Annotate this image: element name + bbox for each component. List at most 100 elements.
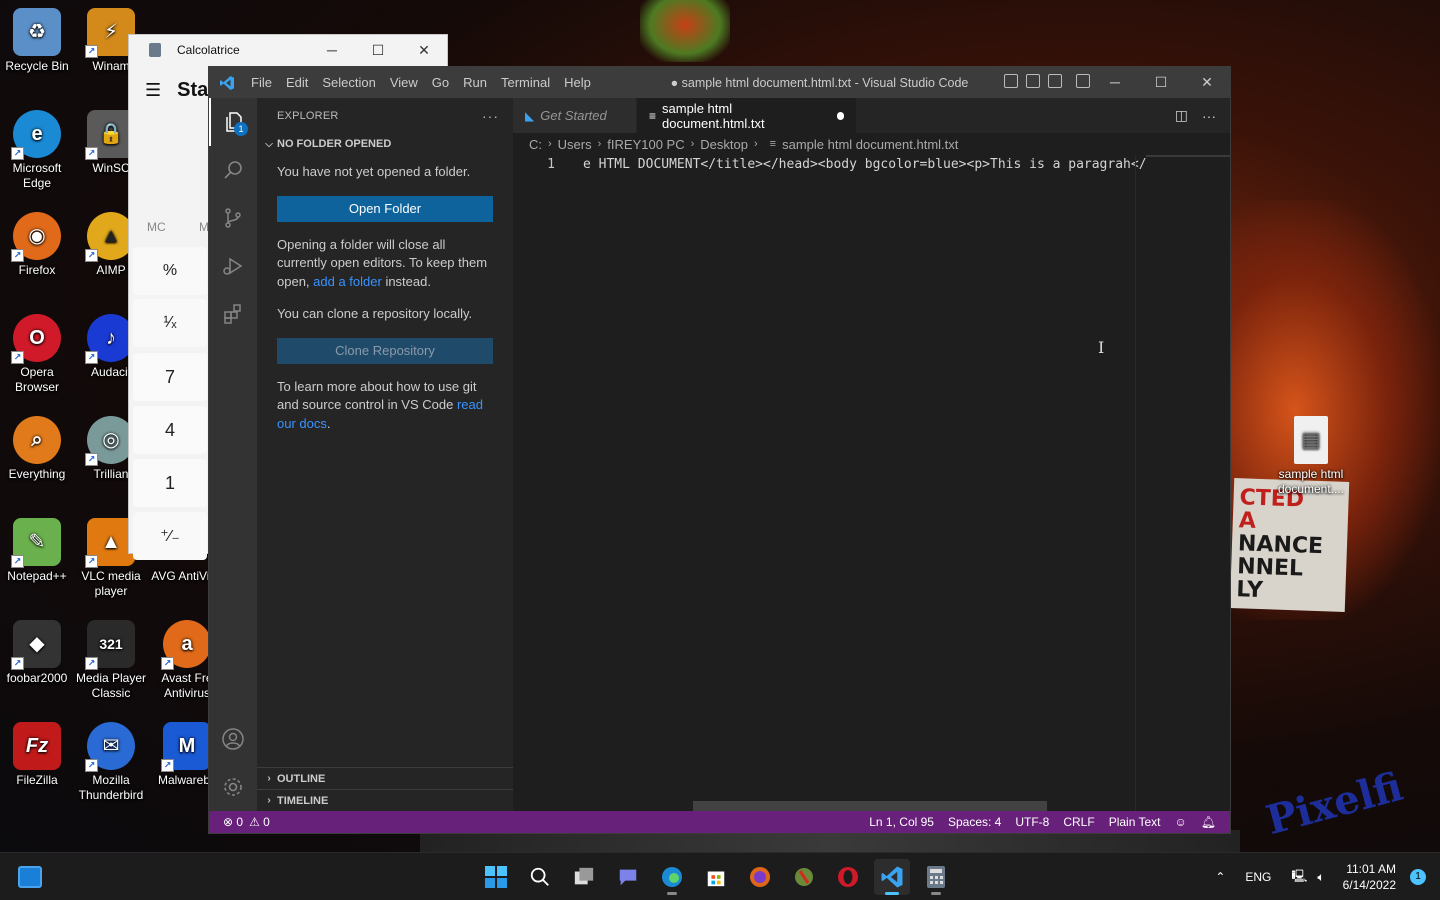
minimize-button[interactable]: ─ [309, 42, 355, 59]
vscode-logo-icon [209, 75, 244, 91]
digit-7-button[interactable]: 7 [133, 353, 207, 401]
breadcrumb-file[interactable]: sample html document.html.txt [782, 137, 958, 152]
edge-icon[interactable] [654, 859, 690, 895]
close-button[interactable]: ✕ [401, 42, 447, 59]
memory-clear-button[interactable]: MC [147, 220, 166, 234]
language-mode[interactable]: Plain Text [1109, 815, 1161, 829]
minimap[interactable] [1146, 155, 1230, 157]
desktop-icon-sample-html[interactable]: ▤ sample html document.... [1274, 416, 1348, 497]
notification-badge[interactable]: 1 [1410, 869, 1426, 885]
horizontal-scrollbar[interactable] [693, 801, 1047, 811]
digit-4-button[interactable]: 4 [133, 406, 207, 454]
more-actions-icon[interactable]: ··· [482, 108, 499, 124]
open-folder-button[interactable]: Open Folder [277, 195, 493, 222]
tab-sample-html[interactable]: ≡ sample html document.html.txt [637, 98, 857, 133]
feedback-icon[interactable]: ☺ [1175, 815, 1187, 829]
unsaved-dot-icon[interactable] [836, 111, 844, 120]
add-folder-link[interactable]: add a folder [313, 274, 382, 289]
breadcrumb-user[interactable]: fIREY100 PC [607, 137, 684, 152]
winamp-icon[interactable] [786, 859, 822, 895]
toggle-sidebar-icon[interactable] [1004, 74, 1018, 88]
problems-indicator[interactable]: ⊗ 0 ⚠ 0 [219, 815, 270, 829]
timeline-section[interactable]: › TIMELINE [257, 789, 513, 811]
customize-layout-icon[interactable] [1076, 74, 1090, 88]
menu-edit[interactable]: Edit [279, 75, 315, 90]
minimize-button[interactable]: ─ [1092, 67, 1138, 98]
desktop-icon-filezilla[interactable]: Fz FileZilla [0, 722, 74, 788]
opera-icon[interactable] [830, 859, 866, 895]
source-control-icon[interactable] [209, 194, 257, 242]
desktop-icon-mpc[interactable]: 321 ↗ Media Player Classic [74, 620, 148, 701]
search-icon[interactable] [522, 859, 558, 895]
menu-go[interactable]: Go [425, 75, 456, 90]
clock[interactable]: 11:01 AM 6/14/2022 [1343, 861, 1396, 893]
outline-section[interactable]: › OUTLINE [257, 767, 513, 789]
desktop-icon-notepadpp[interactable]: ✎ ↗ Notepad++ [0, 518, 74, 584]
extensions-icon[interactable] [209, 290, 257, 338]
menu-terminal[interactable]: Terminal [494, 75, 557, 90]
clone-repository-button[interactable]: Clone Repository [277, 337, 493, 364]
breadcrumb-drive[interactable]: C: [529, 137, 542, 152]
volume-icon[interactable]: 🔈︎ [1317, 870, 1324, 885]
no-folder-section[interactable]: ⌵ NO FOLDER OPENED [257, 133, 513, 155]
account-icon[interactable] [209, 715, 257, 763]
firefox-icon[interactable] [742, 859, 778, 895]
close-button[interactable]: ✕ [1184, 67, 1230, 98]
encoding[interactable]: UTF-8 [1015, 815, 1049, 829]
desktop-icon-firefox[interactable]: ◉ ↗ Firefox [0, 212, 74, 278]
menu-file[interactable]: File [244, 75, 279, 90]
desktop-icon-opera[interactable]: O ↗ Opera Browser [0, 314, 74, 395]
reciprocal-button[interactable]: ¹⁄ₓ [133, 299, 207, 347]
store-icon[interactable] [698, 859, 734, 895]
chat-icon[interactable] [610, 859, 646, 895]
indentation[interactable]: Spaces: 4 [948, 815, 1001, 829]
negate-button[interactable]: ⁺⁄₋ [133, 512, 207, 560]
code-line[interactable]: 1 e HTML DOCUMENT</title></head><body bg… [513, 155, 1230, 174]
breadcrumb-users[interactable]: Users [558, 137, 592, 152]
calculator-titlebar[interactable]: Calcolatrice ─ ☐ ✕ [129, 35, 447, 65]
calculator-icon[interactable] [918, 859, 954, 895]
code-text[interactable]: e HTML DOCUMENT</title></head><body bgco… [555, 155, 1147, 174]
tab-get-started[interactable]: ◣ Get Started [513, 98, 637, 133]
more-actions-icon[interactable]: ··· [1202, 108, 1216, 124]
vscode-icon[interactable] [874, 859, 910, 895]
vscode-window[interactable]: File Edit Selection View Go Run Terminal… [208, 66, 1231, 834]
language-indicator[interactable]: ENG [1245, 870, 1271, 884]
task-view-icon[interactable] [566, 859, 602, 895]
desktop-icon-thunderbird[interactable]: ✉ ↗ Mozilla Thunderbird [74, 722, 148, 803]
widgets-icon[interactable] [18, 866, 42, 888]
menu-help[interactable]: Help [557, 75, 598, 90]
toggle-secondary-sidebar-icon[interactable] [1048, 74, 1062, 88]
toggle-panel-icon[interactable] [1026, 74, 1040, 88]
explorer-icon[interactable]: 1 [209, 98, 257, 146]
breadcrumb-desktop[interactable]: Desktop [700, 137, 748, 152]
menu-run[interactable]: Run [456, 75, 494, 90]
settings-gear-icon[interactable] [209, 763, 257, 811]
wallpaper-sign: CTED A NANCE NNEL LY [1229, 478, 1350, 612]
desktop-icon-everything[interactable]: ⌕ Everything [0, 416, 74, 482]
line-ending[interactable]: CRLF [1063, 815, 1094, 829]
digit-1-button[interactable]: 1 [133, 459, 207, 507]
cursor-position[interactable]: Ln 1, Col 95 [869, 815, 934, 829]
chevron-up-icon[interactable]: ⌃ [1215, 870, 1225, 884]
notifications-bell-icon[interactable]: 🔔︎ [1201, 815, 1216, 829]
chevron-right-icon: › [548, 138, 552, 150]
percent-button[interactable]: % [133, 247, 207, 295]
desktop-icon-foobar[interactable]: ◆ ↗ foobar2000 [0, 620, 74, 686]
malwarebytes-icon: M ↗ [161, 722, 211, 772]
menu-view[interactable]: View [383, 75, 425, 90]
menu-selection[interactable]: Selection [315, 75, 382, 90]
everything-icon: ⌕ [13, 416, 61, 464]
titlebar[interactable]: File Edit Selection View Go Run Terminal… [209, 67, 1230, 98]
maximize-button[interactable]: ☐ [1138, 67, 1184, 98]
start-icon[interactable] [478, 859, 514, 895]
run-debug-icon[interactable] [209, 242, 257, 290]
maximize-button[interactable]: ☐ [355, 42, 401, 59]
desktop-icon-edge[interactable]: e ↗ Microsoft Edge [0, 110, 74, 191]
search-icon[interactable] [209, 146, 257, 194]
split-editor-icon[interactable]: ◫ [1175, 107, 1188, 124]
hamburger-menu-icon[interactable]: ☰ [145, 80, 161, 101]
desktop-icon-recycle-bin[interactable]: ♻ Recycle Bin [0, 8, 74, 74]
network-icon[interactable]: 🖳︎ [1291, 867, 1307, 888]
editor-area[interactable]: ◣ Get Started ≡ sample html document.htm… [513, 98, 1230, 811]
